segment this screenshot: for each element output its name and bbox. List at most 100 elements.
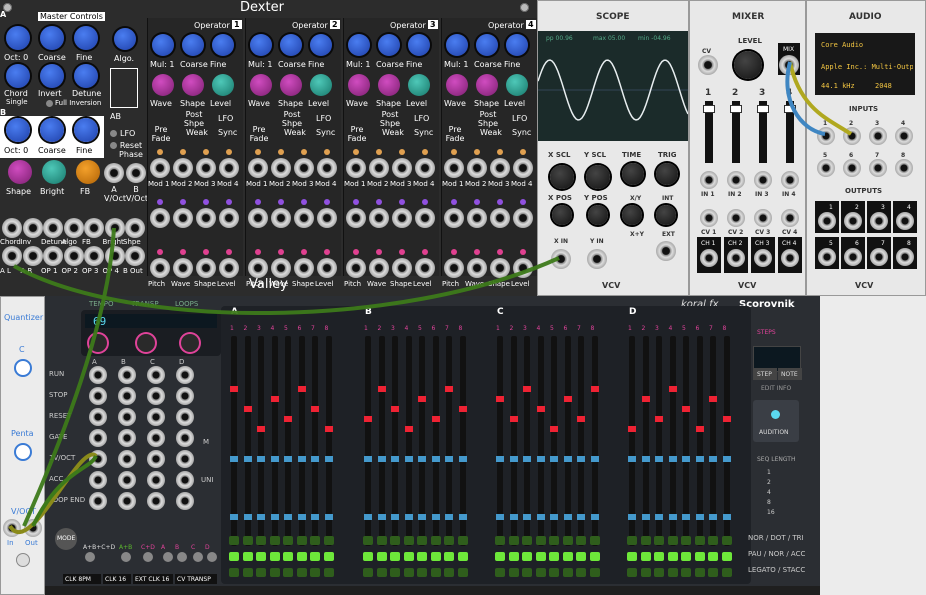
op-attenuverter[interactable] xyxy=(474,249,480,255)
step-end-marker[interactable] xyxy=(377,514,386,520)
step-length-marker[interactable] xyxy=(311,456,319,462)
y-in-jack[interactable] xyxy=(587,249,607,269)
step-button[interactable] xyxy=(654,568,664,577)
xy-mode-button[interactable] xyxy=(622,205,642,225)
b-coarse-knob[interactable] xyxy=(40,118,64,142)
step-button[interactable] xyxy=(535,536,546,545)
op-attenuverter[interactable] xyxy=(497,199,503,205)
dexter-out-jack[interactable] xyxy=(2,246,22,266)
step-pitch-marker[interactable] xyxy=(709,396,717,402)
dexter-out-jack[interactable] xyxy=(63,246,84,266)
step-pitch-marker[interactable] xyxy=(458,406,467,412)
channel-out-jack[interactable] xyxy=(781,249,799,267)
op-attenuverter[interactable] xyxy=(255,249,261,255)
op-mod-jack[interactable] xyxy=(317,258,337,278)
step-pitch-marker[interactable] xyxy=(284,416,292,422)
step-button[interactable] xyxy=(589,536,600,545)
io-jack[interactable] xyxy=(118,366,136,384)
transp-knob[interactable] xyxy=(137,334,155,352)
step-length-marker[interactable] xyxy=(458,456,467,462)
op-mod-jack[interactable] xyxy=(248,258,268,278)
step-length-marker[interactable] xyxy=(668,456,677,462)
op-mod-jack[interactable] xyxy=(317,208,337,228)
step-end-marker[interactable] xyxy=(458,514,467,520)
op-attenuverter[interactable] xyxy=(255,199,261,205)
dexter-cv-jack[interactable] xyxy=(22,218,43,238)
shape-knob[interactable] xyxy=(8,160,32,184)
op-mod-jack[interactable] xyxy=(248,158,268,178)
step-button[interactable] xyxy=(522,568,532,577)
channel-cv-jack[interactable] xyxy=(700,209,718,227)
op-knob[interactable] xyxy=(408,34,430,56)
step-pitch-marker[interactable] xyxy=(655,416,663,422)
step-button[interactable] xyxy=(269,536,280,545)
op-mod-jack[interactable] xyxy=(150,208,170,228)
op-mod-jack[interactable] xyxy=(346,208,366,228)
op-mod-jack[interactable] xyxy=(513,158,533,178)
mode-led[interactable] xyxy=(163,552,173,562)
step-button[interactable] xyxy=(417,568,427,577)
step-button[interactable] xyxy=(522,536,532,545)
step-button[interactable] xyxy=(229,552,239,561)
step-button[interactable] xyxy=(283,552,293,561)
mode-led[interactable] xyxy=(193,552,203,562)
io-jack[interactable] xyxy=(147,429,165,447)
op-attenuverter[interactable] xyxy=(180,199,186,205)
step-length-marker[interactable] xyxy=(297,456,306,462)
step-length-marker[interactable] xyxy=(377,456,386,462)
step-pitch-marker[interactable] xyxy=(509,416,518,422)
op-knob[interactable] xyxy=(152,34,174,56)
step-button[interactable] xyxy=(444,552,454,561)
step-end-marker[interactable] xyxy=(496,514,504,520)
step-button[interactable] xyxy=(457,552,468,561)
step-button[interactable] xyxy=(495,536,505,545)
op-attenuverter[interactable] xyxy=(157,199,163,205)
step-pitch-marker[interactable] xyxy=(270,396,279,402)
step-button[interactable] xyxy=(694,552,705,561)
op-knob[interactable] xyxy=(310,34,332,56)
step-length-marker[interactable] xyxy=(577,456,585,462)
op-mod-jack[interactable] xyxy=(219,258,239,278)
step-button[interactable] xyxy=(403,536,414,545)
dexter-cv-jack[interactable] xyxy=(84,218,104,238)
step-button[interactable] xyxy=(256,552,266,561)
step-pitch-marker[interactable] xyxy=(257,426,265,432)
op-wave-knob[interactable] xyxy=(348,74,370,96)
op-mod-jack[interactable] xyxy=(150,258,170,278)
step-end-marker[interactable] xyxy=(404,514,413,520)
step-pitch-marker[interactable] xyxy=(324,426,333,432)
io-jack[interactable] xyxy=(147,366,165,384)
op-wave-knob[interactable] xyxy=(152,74,174,96)
op-attenuverter[interactable] xyxy=(520,249,526,255)
op-attenuverter[interactable] xyxy=(180,149,186,155)
io-jack[interactable] xyxy=(118,492,136,510)
step-button[interactable] xyxy=(576,552,586,561)
step-button[interactable] xyxy=(562,552,573,561)
step-pitch-marker[interactable] xyxy=(445,386,453,392)
op-attenuverter[interactable] xyxy=(180,249,186,255)
step-length-marker[interactable] xyxy=(257,456,265,462)
step-end-marker[interactable] xyxy=(324,514,333,520)
dexter-out-jack[interactable] xyxy=(22,246,43,266)
step-button[interactable] xyxy=(296,536,307,545)
step-button[interactable] xyxy=(444,568,454,577)
step-pitch-marker[interactable] xyxy=(230,386,238,392)
audio-input-jack[interactable] xyxy=(817,127,835,145)
step-button[interactable] xyxy=(242,552,253,561)
io-jack[interactable] xyxy=(89,450,107,468)
step-pitch-marker[interactable] xyxy=(496,396,504,402)
op-knob[interactable] xyxy=(506,34,528,56)
io-jack[interactable] xyxy=(147,450,165,468)
step-button[interactable] xyxy=(363,536,373,545)
step-length-marker[interactable] xyxy=(496,456,504,462)
dexter-cv-jack[interactable] xyxy=(125,218,145,238)
step-button[interactable] xyxy=(640,568,651,577)
step-button[interactable] xyxy=(390,568,400,577)
step-end-marker[interactable] xyxy=(270,514,279,520)
io-jack[interactable] xyxy=(89,408,107,426)
step-pitch-marker[interactable] xyxy=(311,406,319,412)
channel-cv-jack[interactable] xyxy=(754,209,772,227)
step-button[interactable] xyxy=(495,568,505,577)
step-length-marker[interactable] xyxy=(324,456,333,462)
step-button[interactable] xyxy=(229,536,239,545)
